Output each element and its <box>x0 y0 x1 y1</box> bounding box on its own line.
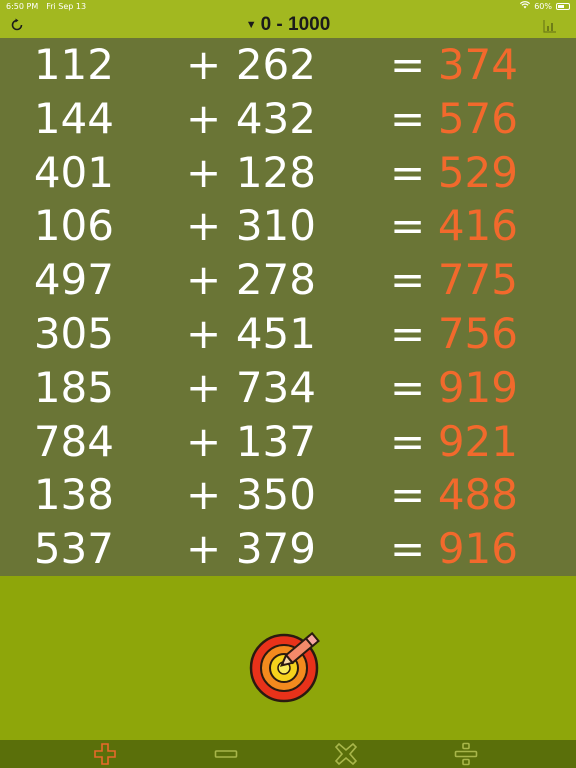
minus-icon <box>214 750 238 758</box>
operand-a: 537 <box>33 524 114 574</box>
equals-sign: = <box>390 147 426 197</box>
problem-list: 112 +262 = 374 144 +432 = 576 401 +128 = 529 106 +310… <box>0 38 576 576</box>
refresh-icon[interactable] <box>9 17 25 33</box>
status-bar: 6:50 PM Fri Sep 13 60% <box>0 0 576 12</box>
operand-a: 144 <box>33 93 114 143</box>
equals-sign: = <box>390 309 426 358</box>
answer[interactable]: 416 <box>438 203 518 249</box>
operator-sign: + <box>186 416 222 466</box>
operator-sign: + <box>186 147 222 197</box>
equals-sign: = <box>390 201 426 251</box>
operand-b: 350 <box>235 470 316 520</box>
operand-b: 128 <box>235 147 316 197</box>
operator-sign: + <box>186 255 222 305</box>
status-right: 60% <box>520 1 570 11</box>
problem-row: 401 +128 = 529 <box>0 146 576 200</box>
operator-sign: + <box>186 524 222 574</box>
operand-b: 310 <box>235 201 316 251</box>
operand-a: 305 <box>33 309 114 358</box>
operand-a: 497 <box>33 255 114 305</box>
problem-row: 784 +137 = 921 <box>0 415 576 469</box>
tab-multiplication[interactable] <box>333 742 359 766</box>
plus-icon <box>94 743 116 765</box>
answer[interactable]: 775 <box>438 257 518 303</box>
range-selector[interactable]: ▼ 0 - 1000 <box>246 14 331 36</box>
operand-b: 432 <box>235 93 316 143</box>
main-area <box>0 576 576 740</box>
range-label: 0 - 1000 <box>260 14 331 35</box>
operator-sign: + <box>186 201 222 251</box>
equals-sign: = <box>390 255 426 305</box>
tab-subtraction[interactable] <box>213 742 239 766</box>
tab-division[interactable] <box>453 742 479 766</box>
operand-b: 379 <box>235 524 316 574</box>
operand-a: 784 <box>33 416 114 466</box>
equals-sign: = <box>390 362 426 412</box>
problem-row: 112 +262 = 374 <box>0 38 576 92</box>
target-pencil-icon[interactable] <box>248 628 328 704</box>
battery-fill <box>558 4 564 8</box>
multiply-icon <box>334 742 358 766</box>
operand-b: 451 <box>235 309 316 358</box>
equals-sign: = <box>390 524 426 574</box>
answer[interactable]: 756 <box>438 311 518 357</box>
operand-b: 262 <box>235 40 316 89</box>
equals-sign: = <box>390 93 426 143</box>
answer[interactable]: 576 <box>438 95 518 142</box>
problem-row: 138 +350 = 488 <box>0 468 576 522</box>
operand-a: 112 <box>33 40 114 89</box>
battery-percent: 60% <box>534 1 552 11</box>
wifi-icon <box>520 1 531 11</box>
answer[interactable]: 374 <box>438 42 518 88</box>
operator-sign: + <box>186 40 222 89</box>
operator-sign: + <box>186 93 222 143</box>
status-time: 6:50 PM <box>6 1 39 11</box>
problem-row: 185 +734 = 919 <box>0 361 576 415</box>
chart-icon[interactable] <box>542 18 558 34</box>
header: ▼ 0 - 1000 <box>0 12 576 38</box>
operation-tabbar <box>0 740 576 768</box>
equals-sign: = <box>390 416 426 466</box>
operand-a: 185 <box>33 362 114 412</box>
caret-down-icon: ▼ <box>245 19 257 31</box>
divide-icon <box>454 742 478 766</box>
problem-row: 537 +379 = 916 <box>0 522 576 576</box>
battery-icon <box>556 2 570 10</box>
operand-b: 137 <box>235 416 316 466</box>
answer[interactable]: 916 <box>438 526 518 572</box>
operand-b: 734 <box>235 362 316 412</box>
problem-row: 305 +451 = 756 <box>0 307 576 361</box>
answer[interactable]: 919 <box>438 364 518 411</box>
operator-sign: + <box>186 362 222 412</box>
status-left: 6:50 PM Fri Sep 13 <box>6 2 86 11</box>
problem-row: 497 +278 = 775 <box>0 253 576 307</box>
problem-row: 106 +310 = 416 <box>0 199 576 253</box>
operand-b: 278 <box>235 255 316 305</box>
answer[interactable]: 921 <box>438 418 518 465</box>
operator-sign: + <box>186 470 222 520</box>
operand-a: 401 <box>33 147 114 197</box>
answer[interactable]: 488 <box>438 472 518 518</box>
operand-a: 138 <box>33 470 114 520</box>
status-date: Fri Sep 13 <box>46 1 87 11</box>
operator-sign: + <box>186 309 222 358</box>
problem-row: 144 +432 = 576 <box>0 92 576 146</box>
operand-a: 106 <box>33 201 114 251</box>
tab-addition[interactable] <box>92 742 118 766</box>
equals-sign: = <box>390 470 426 520</box>
equals-sign: = <box>390 40 426 89</box>
answer[interactable]: 529 <box>438 149 518 196</box>
